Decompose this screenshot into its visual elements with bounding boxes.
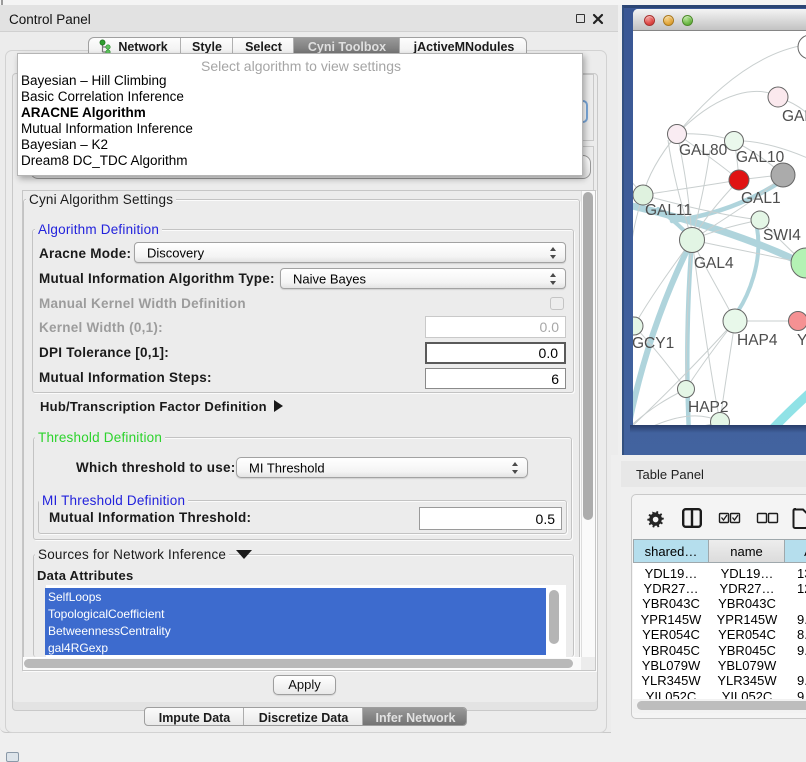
svg-text:SWI4: SWI4 xyxy=(763,227,801,244)
svg-text:GAL11: GAL11 xyxy=(645,202,692,219)
svg-text:GAL10: GAL10 xyxy=(736,149,785,166)
svg-text:GAL1: GAL1 xyxy=(741,190,781,207)
svg-text:HAP4: HAP4 xyxy=(737,332,778,349)
svg-text:HAP2: HAP2 xyxy=(688,399,729,416)
svg-text:GAL80: GAL80 xyxy=(679,142,728,159)
svg-text:GAL: GAL xyxy=(782,108,806,125)
svg-text:Y: Y xyxy=(797,332,806,349)
svg-text:GCY1: GCY1 xyxy=(633,335,674,352)
svg-text:GAL4: GAL4 xyxy=(694,255,734,272)
